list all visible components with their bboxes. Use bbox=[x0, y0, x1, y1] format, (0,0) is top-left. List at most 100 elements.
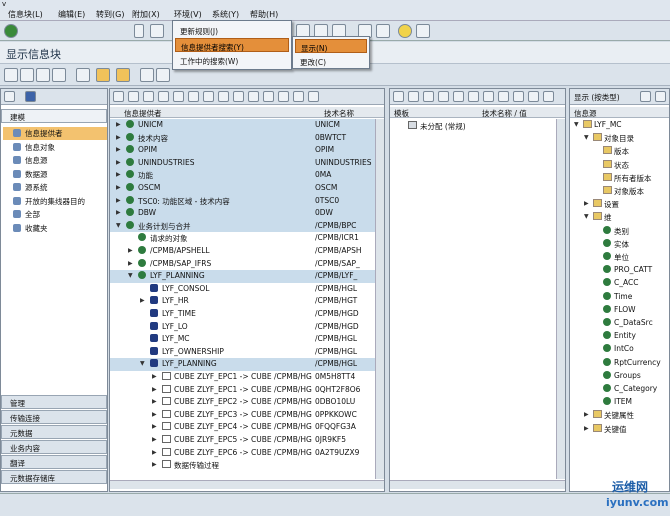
tree-row[interactable]: ▶ /CPMB/APSHELL/CPMB/APSH bbox=[110, 245, 376, 258]
expand-toggle-icon[interactable]: ▼ bbox=[116, 222, 121, 229]
expand-toggle-icon[interactable]: ▶ bbox=[116, 146, 121, 153]
template-tool-icon-9[interactable] bbox=[528, 91, 539, 102]
nav-close-icon[interactable] bbox=[25, 91, 36, 102]
menu-3[interactable]: 附加(X) bbox=[132, 9, 160, 20]
expand-toggle-icon[interactable]: ▶ bbox=[152, 386, 157, 393]
infosource-row[interactable]: ITEM bbox=[570, 396, 670, 409]
infosource-row[interactable]: 实体 bbox=[570, 238, 670, 251]
tree-row[interactable]: ▶ TSC0: 功能区域 - 技术内容 0TSC0 bbox=[110, 194, 376, 208]
nav-item[interactable]: 信息对象 bbox=[3, 141, 107, 154]
edit-icon[interactable] bbox=[76, 68, 90, 82]
tree-row[interactable]: ▶ UNINDUSTRIES UNINDUSTRIES bbox=[110, 156, 376, 170]
infosource-row[interactable]: 状态 bbox=[570, 159, 670, 172]
tree-row[interactable]: ▶ 功能 0MA bbox=[110, 169, 376, 182]
infosource-row[interactable]: C_DataSrc bbox=[570, 317, 670, 330]
tree-row[interactable]: ▶ UNICM UNICM bbox=[110, 119, 376, 132]
expand-toggle-icon[interactable]: ▶ bbox=[116, 121, 121, 128]
tree-tool-icon-9[interactable] bbox=[248, 91, 259, 102]
expand-toggle-icon[interactable]: ▼ bbox=[128, 272, 133, 279]
menu-0[interactable]: 信息块(L) bbox=[8, 9, 43, 20]
expand-toggle-icon[interactable]: ▶ bbox=[152, 398, 157, 405]
expand-toggle-icon[interactable]: ▶ bbox=[140, 297, 145, 304]
menu-item-2[interactable]: 工作中的搜索(W) bbox=[175, 53, 289, 67]
nav-section[interactable]: 传输连接 bbox=[1, 410, 107, 424]
infosource-close-icon[interactable] bbox=[655, 91, 666, 102]
template-tool-icon-8[interactable] bbox=[513, 91, 524, 102]
template-tool-icon-10[interactable] bbox=[543, 91, 554, 102]
list-icon[interactable] bbox=[52, 68, 66, 82]
expand-toggle-icon[interactable]: ▶ bbox=[152, 461, 157, 468]
alert-icon[interactable] bbox=[116, 68, 130, 82]
nav-header-modeling[interactable]: 建模 bbox=[1, 109, 107, 123]
tree-row[interactable]: LYF_OWNERSHIP/CPMB/HGL bbox=[110, 346, 376, 359]
tree-row[interactable]: ▶ CUBE ZLYF_EPC4 -> CUBE /CPMB/HG 0FQQFG3A bbox=[110, 421, 376, 434]
warning-icon[interactable] bbox=[96, 68, 110, 82]
expand-toggle-icon[interactable]: ▶ bbox=[116, 197, 121, 204]
tree-row[interactable]: ▶ CUBE ZLYF_EPC2 -> CUBE /CPMB/HG 0DBO10LU bbox=[110, 396, 376, 409]
tree-tool-icon-10[interactable] bbox=[263, 91, 274, 102]
infosource-row[interactable]: 所有者版本 bbox=[570, 172, 670, 185]
expand-toggle-icon[interactable]: ▶ bbox=[152, 373, 157, 380]
tree-tool-icon-7[interactable] bbox=[218, 91, 229, 102]
template-col-template[interactable]: 模板 bbox=[394, 108, 409, 119]
expand-toggle-icon[interactable]: ▶ bbox=[128, 247, 133, 254]
tree-tool-icon-2[interactable] bbox=[143, 91, 154, 102]
tree-row[interactable]: ▼ LYF_PLANNING/CPMB/LYF_ bbox=[110, 270, 376, 283]
menu-item-1[interactable]: 信息提供者搜索(Y) bbox=[175, 38, 289, 52]
expand-toggle-icon[interactable]: ▶ bbox=[116, 184, 121, 191]
tree-icon[interactable] bbox=[36, 68, 50, 82]
infosource-row[interactable]: ▼ LYF_MC bbox=[570, 119, 670, 132]
expand-toggle-icon[interactable]: ▶ bbox=[116, 134, 121, 141]
nav-item[interactable]: 开放的集线器目的 bbox=[3, 195, 107, 208]
back-icon[interactable] bbox=[4, 68, 18, 82]
nav-section[interactable]: 元数据 bbox=[1, 425, 107, 439]
expand-toggle-icon[interactable]: ▶ bbox=[116, 209, 121, 216]
tree-row[interactable]: ▶ /CPMB/SAP_IFRS/CPMB/SAP_ bbox=[110, 258, 376, 271]
tree-row[interactable]: ▶ CUBE ZLYF_EPC1 -> CUBE /CPMB/HG 0M5H8TT4 bbox=[110, 371, 376, 384]
infosource-row[interactable]: ▼ 维 bbox=[570, 211, 670, 224]
expand-toggle-icon[interactable]: ▶ bbox=[116, 171, 121, 178]
infosource-row[interactable]: ▶ 关键属性 bbox=[570, 409, 670, 422]
tree-row[interactable]: ▶ CUBE ZLYF_EPC3 -> CUBE /CPMB/HG 0PPKKOWC bbox=[110, 409, 376, 422]
template-col-techname[interactable]: 技术名称 / 值 bbox=[482, 108, 527, 119]
expand-toggle-icon[interactable]: ▶ bbox=[152, 423, 157, 430]
template-hscrollbar[interactable] bbox=[390, 480, 565, 489]
tree-row[interactable]: ▶ OPIM OPIM bbox=[110, 144, 376, 157]
template-tool-icon-5[interactable] bbox=[468, 91, 479, 102]
infosource-row[interactable]: PRO_CATT bbox=[570, 264, 670, 277]
expand-toggle-icon[interactable]: ▶ bbox=[584, 200, 589, 207]
tree-row[interactable]: LYF_LO/CPMB/HGD bbox=[110, 321, 376, 334]
nav-section[interactable]: 元数据存储库 bbox=[1, 470, 107, 484]
tree-col-techname[interactable]: 技术名称 bbox=[324, 108, 354, 119]
tree-row[interactable]: LYF_CONSOL/CPMB/HGL bbox=[110, 283, 376, 296]
infosource-row[interactable]: 单位 bbox=[570, 251, 670, 264]
tree-row[interactable]: ▶ 技术内容 0BWTCT bbox=[110, 131, 376, 145]
menu-item-0[interactable]: 更新规则(J) bbox=[175, 23, 289, 37]
expand-toggle-icon[interactable]: ▼ bbox=[584, 134, 589, 141]
template-tool-icon-7[interactable] bbox=[498, 91, 509, 102]
tree-row[interactable]: ▶ CUBE ZLYF_EPC6 -> CUBE /CPMB/HG 0A2T9UZX… bbox=[110, 447, 376, 460]
tree-col-infoprovider[interactable]: 信息提供者 bbox=[124, 108, 162, 119]
expand-toggle-icon[interactable]: ▶ bbox=[152, 449, 157, 456]
nav-settings-icon[interactable] bbox=[4, 91, 15, 102]
template-tool-icon-6[interactable] bbox=[483, 91, 494, 102]
transport-icon[interactable] bbox=[156, 68, 170, 82]
template-tool-icon-4[interactable] bbox=[453, 91, 464, 102]
tree-hscrollbar[interactable] bbox=[110, 480, 384, 489]
infosource-row[interactable]: ▶ 设置 bbox=[570, 198, 670, 211]
expand-toggle-icon[interactable]: ▶ bbox=[584, 425, 589, 432]
tree-tool-icon-13[interactable] bbox=[308, 91, 319, 102]
infosource-row[interactable]: Groups bbox=[570, 370, 670, 383]
tree-row[interactable]: ▶ DBW 0DW bbox=[110, 207, 376, 220]
nav-item[interactable]: 收藏夹 bbox=[3, 222, 107, 235]
layout-icon[interactable] bbox=[416, 24, 430, 38]
tree-row[interactable]: ▶ CUBE ZLYF_EPC5 -> CUBE /CPMB/HG 0JR9KF5 bbox=[110, 434, 376, 447]
tree-tool-icon-1[interactable] bbox=[128, 91, 139, 102]
submenu-item-0[interactable]: 显示(N) bbox=[295, 39, 367, 53]
infosource-row[interactable]: IntCo bbox=[570, 343, 670, 356]
expand-toggle-icon[interactable]: ▶ bbox=[116, 159, 121, 166]
infosource-row[interactable]: C_Category bbox=[570, 383, 670, 396]
tree-tool-icon-4[interactable] bbox=[173, 91, 184, 102]
help-icon[interactable] bbox=[398, 24, 412, 38]
tree-row[interactable]: ▼ LYF_PLANNING/CPMB/HGL bbox=[110, 358, 376, 371]
